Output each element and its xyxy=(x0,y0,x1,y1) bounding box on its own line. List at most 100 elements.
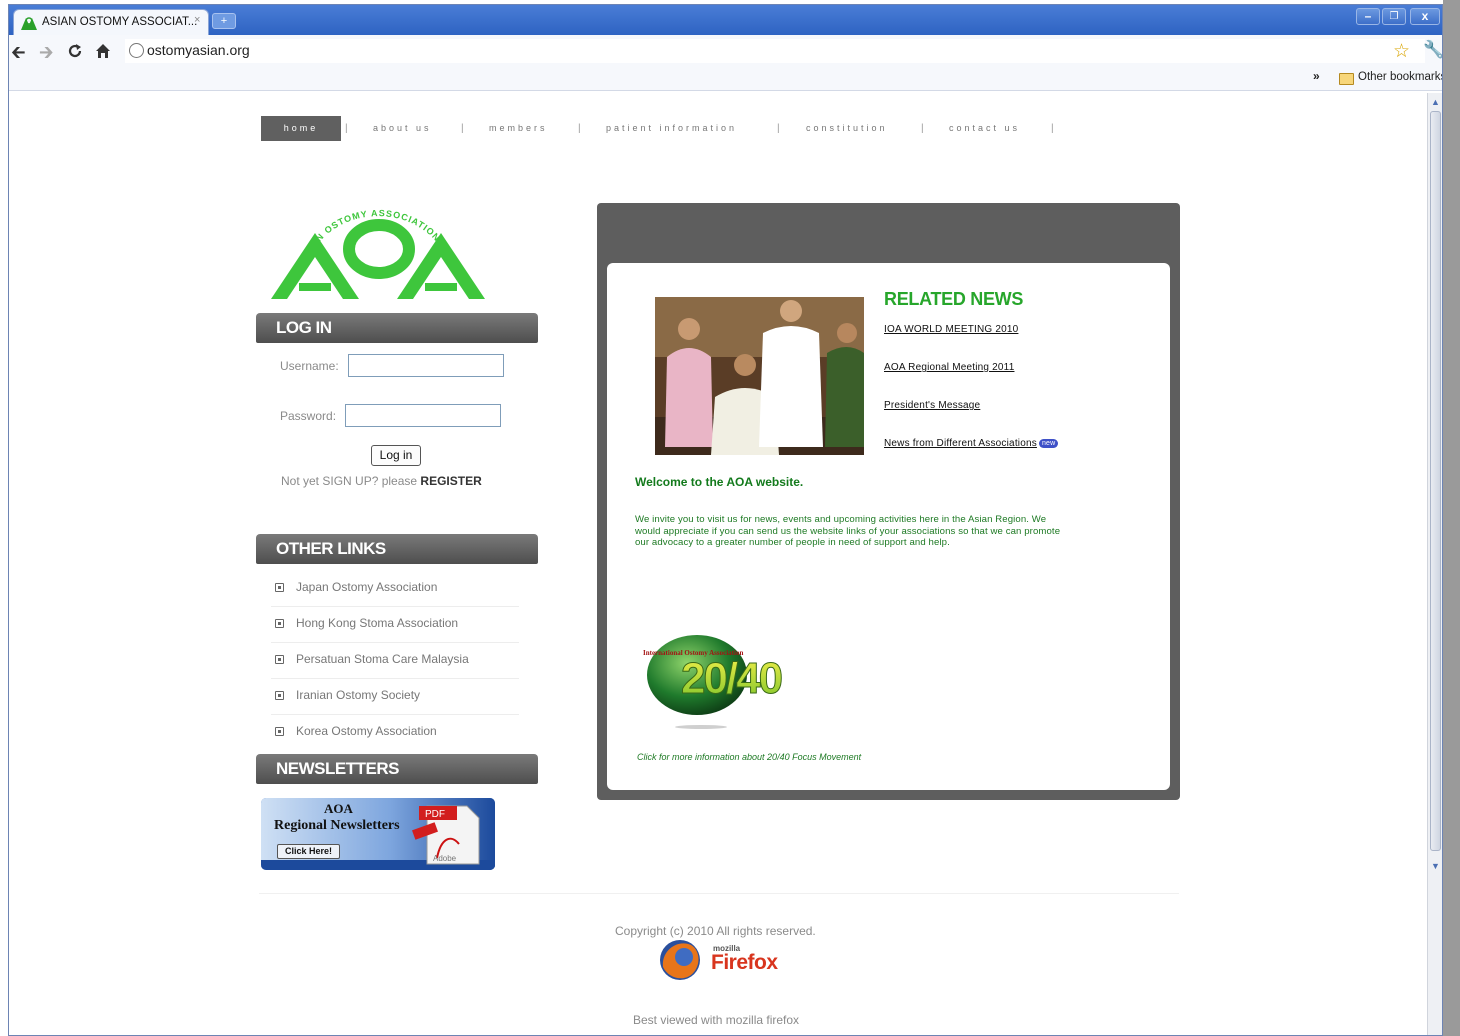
newsletter-title: Regional Newsletters xyxy=(274,818,400,833)
username-input[interactable] xyxy=(348,354,504,377)
news-link-presidents-message[interactable]: President's Message xyxy=(884,400,980,411)
new-badge: new xyxy=(1038,439,1059,448)
list-item[interactable]: Korea Ostomy Association xyxy=(271,715,519,751)
nav-separator: | xyxy=(921,123,924,134)
page-globe-icon xyxy=(129,43,144,58)
list-item[interactable]: Iranian Ostomy Society xyxy=(271,679,519,715)
intro-line: our advocacy to a greater number of peop… xyxy=(635,537,950,548)
welcome-heading: Welcome to the AOA website. xyxy=(635,475,804,489)
aoa-logo: ASIAN OSTOMY ASSOCIATION xyxy=(271,208,485,299)
browser-window: ASIAN OSTOMY ASSOCIAT... × + – ❐ x 🡰 🡲 o… xyxy=(8,4,1443,1036)
group-photo xyxy=(655,297,864,455)
folder-icon[interactable] xyxy=(1339,73,1354,85)
password-label: Password: xyxy=(280,409,337,423)
back-arrow-icon[interactable]: 🡰 xyxy=(11,40,26,70)
signup-prompt: Not yet SIGN UP? please xyxy=(281,474,418,488)
ioa-2040-logo[interactable]: International Ostomy Association 20/40 xyxy=(643,631,829,735)
best-viewed-text: Best viewed with mozilla firefox xyxy=(633,1013,800,1027)
page-scrollbar[interactable]: ▲ ▼ xyxy=(1427,93,1442,1035)
pdf-label: PDF xyxy=(425,809,445,820)
newsletters-header: NEWSLETTERS xyxy=(256,754,538,784)
address-bar[interactable]: ostomyasian.org xyxy=(125,39,1425,63)
title-bar: ASIAN OSTOMY ASSOCIAT... × + – ❐ x xyxy=(9,5,1442,35)
other-links-list: Japan Ostomy Association Hong Kong Stoma… xyxy=(271,571,519,751)
nav-item-about-us[interactable]: about us xyxy=(373,116,432,141)
intro-paragraph: We invite you to visit us for news, even… xyxy=(635,514,1135,549)
intro-line: would appreciate if you can send us the … xyxy=(635,525,1061,537)
logo-2040-text: 20/40 xyxy=(681,654,782,703)
tab-close-icon[interactable]: × xyxy=(194,14,200,26)
bookmarks-overflow-chevron-icon[interactable]: » xyxy=(1313,69,1320,83)
scroll-up-arrow-icon[interactable]: ▲ xyxy=(1431,97,1440,107)
favicon-icon xyxy=(21,17,37,30)
main-panel-content: RELATED NEWS IOA WORLD MEETING 2010 AOA … xyxy=(607,263,1170,790)
password-input[interactable] xyxy=(345,404,501,427)
related-news-title: RELATED NEWS xyxy=(884,289,1024,309)
bullet-icon xyxy=(275,691,284,700)
newsletter-aoa-text: AOA xyxy=(324,801,353,816)
login-button[interactable]: Log in xyxy=(371,445,421,466)
bookmarks-bar: » Other bookmarks xyxy=(9,67,1442,91)
link-iranian-ostomy[interactable]: Iranian Ostomy Society xyxy=(296,688,420,702)
nav-separator: | xyxy=(1051,123,1054,134)
news-item-associations: News from Different Associations new xyxy=(884,438,1059,449)
link-hong-kong-stoma[interactable]: Hong Kong Stoma Association xyxy=(296,616,458,630)
bookmark-star-icon[interactable]: ☆ xyxy=(1393,40,1410,63)
nav-item-home[interactable]: home xyxy=(261,116,341,141)
scroll-down-arrow-icon[interactable]: ▼ xyxy=(1431,861,1440,871)
nav-separator: | xyxy=(777,123,780,134)
window-shadow xyxy=(1443,0,1460,1036)
pdf-document-icon: PDF Adobe xyxy=(261,798,495,870)
newsletter-banner[interactable]: PDF Adobe AOA Regional Newsletters Click… xyxy=(261,798,495,870)
username-label: Username: xyxy=(280,359,339,373)
browser-toolbar: 🡰 🡲 ostomyasian.org ☆ 🔧 xyxy=(9,35,1442,67)
bullet-icon xyxy=(275,727,284,736)
link-korea-ostomy[interactable]: Korea Ostomy Association xyxy=(296,724,437,738)
nav-separator: | xyxy=(578,123,581,134)
news-link-ioa-world-meeting[interactable]: IOA WORLD MEETING 2010 xyxy=(884,324,1018,335)
nav-item-constitution[interactable]: constitution xyxy=(806,116,888,141)
wrench-icon[interactable]: 🔧 xyxy=(1423,40,1442,60)
home-icon[interactable] xyxy=(95,43,111,59)
list-item[interactable]: Persatuan Stoma Care Malaysia xyxy=(271,643,519,679)
login-header: LOG IN xyxy=(256,313,538,343)
newsletter-click-button[interactable]: Click Here! xyxy=(277,844,340,859)
minimize-button[interactable]: – xyxy=(1356,8,1380,25)
nav-separator: | xyxy=(461,123,464,134)
reload-icon[interactable] xyxy=(67,43,83,59)
copyright-text: Copyright (c) 2010 All rights reserved. xyxy=(615,924,816,938)
firefox-brand: Firefox xyxy=(711,951,778,974)
list-item[interactable]: Hong Kong Stoma Association xyxy=(271,607,519,643)
close-window-button[interactable]: x xyxy=(1410,8,1440,25)
bullet-icon xyxy=(275,619,284,628)
news-link-aoa-regional-meeting[interactable]: AOA Regional Meeting 2011 xyxy=(884,362,1014,373)
nav-item-contact-us[interactable]: contact us xyxy=(949,116,1020,141)
news-link-different-associations[interactable]: News from Different Associations xyxy=(884,438,1037,449)
signup-text: Not yet SIGN UP? please REGISTER xyxy=(281,474,482,488)
other-bookmarks-link[interactable]: Other bookmarks xyxy=(1358,71,1442,83)
web-page: home | about us | members | patient info… xyxy=(9,93,1427,1035)
link-persatuan-stoma[interactable]: Persatuan Stoma Care Malaysia xyxy=(296,652,469,666)
nav-item-members[interactable]: members xyxy=(489,116,548,141)
adobe-label: Adobe xyxy=(433,854,457,863)
link-japan-ostomy[interactable]: Japan Ostomy Association xyxy=(296,580,437,594)
intro-line: We invite you to visit us for news, even… xyxy=(635,514,1047,525)
restore-button[interactable]: ❐ xyxy=(1382,8,1406,25)
new-tab-button[interactable]: + xyxy=(212,13,236,29)
list-item[interactable]: Japan Ostomy Association xyxy=(271,571,519,607)
main-panel: RELATED NEWS IOA WORLD MEETING 2010 AOA … xyxy=(597,203,1180,800)
bullet-icon xyxy=(275,583,284,592)
firefox-icon xyxy=(660,940,700,980)
firefox-badge[interactable]: mozilla Firefox xyxy=(657,937,787,983)
other-links-header: OTHER LINKS xyxy=(256,534,538,564)
nav-separator: | xyxy=(345,123,348,134)
logo-2040-caption[interactable]: Click for more information about 20/40 F… xyxy=(637,752,861,762)
bullet-icon xyxy=(275,655,284,664)
scroll-thumb[interactable] xyxy=(1430,111,1441,851)
forward-arrow-icon[interactable]: 🡲 xyxy=(39,40,54,70)
nav-item-patient-information[interactable]: patient information xyxy=(606,116,737,141)
footer-divider xyxy=(259,893,1179,894)
browser-tab[interactable]: ASIAN OSTOMY ASSOCIAT... × xyxy=(13,9,209,35)
register-link[interactable]: REGISTER xyxy=(420,474,481,488)
url-text: ostomyasian.org xyxy=(147,42,250,58)
